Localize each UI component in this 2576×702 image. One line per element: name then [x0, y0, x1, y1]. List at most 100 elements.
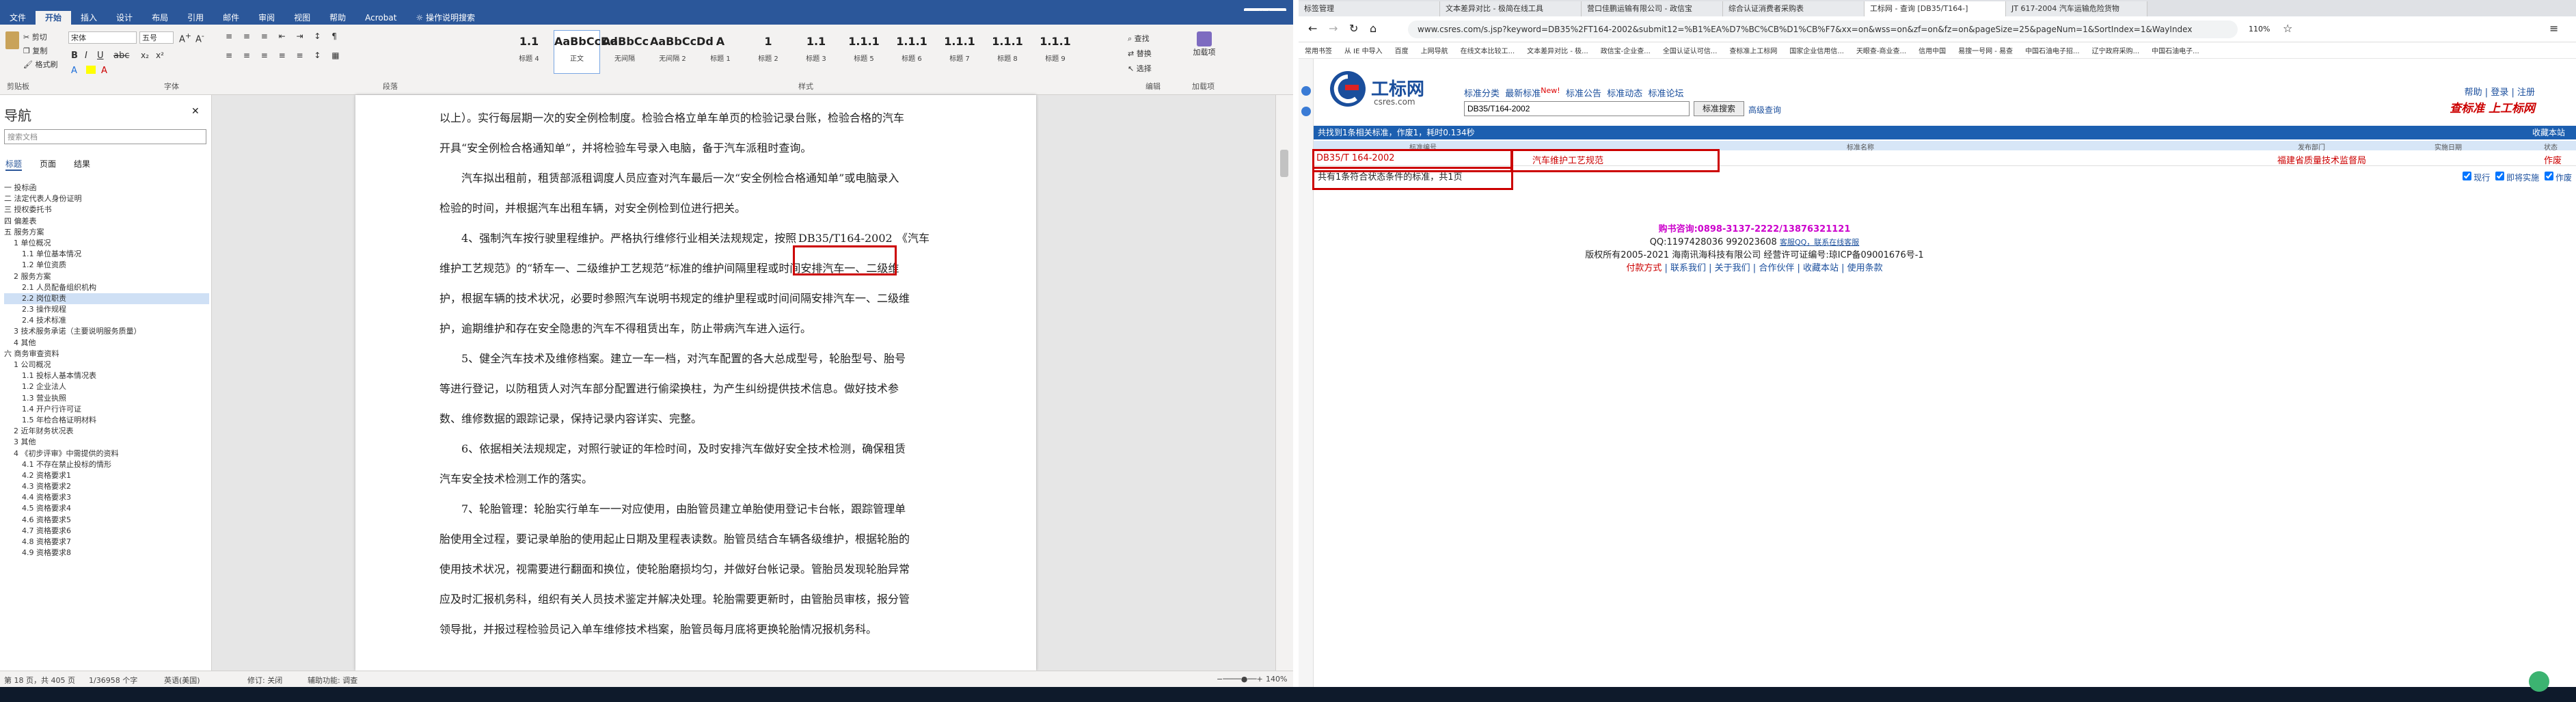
nav-heading-item[interactable]: 2 近年财务状况表: [4, 426, 209, 437]
bookmark-item[interactable]: 查标准上工标网: [1723, 45, 1783, 55]
sidebar-app-icon[interactable]: [1301, 107, 1311, 116]
nav-heading-item[interactable]: 1 单位概况: [4, 238, 209, 249]
register-link[interactable]: 注册: [2517, 87, 2535, 98]
nav-heading-item[interactable]: 1 公司概况: [4, 360, 209, 370]
highlight-color-button[interactable]: [86, 66, 96, 74]
footer-link[interactable]: 合作伙伴: [1759, 263, 1794, 273]
close-icon[interactable]: ✕: [191, 106, 200, 117]
nav-heading-item[interactable]: 1.1 投标人基本情况表: [4, 370, 209, 381]
nav-heading-item[interactable]: 2.1 人员配备组织机构: [4, 282, 209, 293]
nav-heading-item[interactable]: 3 其他: [4, 437, 209, 448]
nav-heading-item[interactable]: 一 投标函: [4, 183, 209, 193]
csres-logo-icon[interactable]: [1327, 68, 1368, 109]
browser-tab[interactable]: JT 617-2004 汽车运输危险货物: [2006, 1, 2147, 16]
nav-tab-pages[interactable]: 页面: [40, 158, 56, 171]
nav-heading-item[interactable]: 4.8 资格要求7: [4, 537, 209, 548]
nav-heading-item[interactable]: 4.7 资格要求6: [4, 526, 209, 537]
nav-heading-item[interactable]: 3 技术服务承诺（主要说明服务质量）: [4, 326, 209, 337]
nav-heading-item[interactable]: 1.5 年检合格证明材料: [4, 415, 209, 426]
tab-insert[interactable]: 插入: [71, 11, 107, 25]
star-icon[interactable]: ☆: [2283, 22, 2292, 35]
italic-button[interactable]: I: [85, 51, 87, 61]
nav-heading-item[interactable]: 1.3 营业执照: [4, 393, 209, 404]
footer-link[interactable]: 关于我们: [1715, 263, 1750, 273]
style-item[interactable]: 1.1.1 标题 7: [936, 30, 983, 74]
style-item[interactable]: 1.1.1 标题 6: [889, 30, 935, 74]
style-item[interactable]: 1.1.1 标题 8: [984, 30, 1031, 74]
forward-icon[interactable]: →: [1329, 22, 1338, 35]
select-button[interactable]: ↖ 选择: [1128, 63, 1152, 74]
bookmark-item[interactable]: 常用书签: [1299, 45, 1338, 55]
nav-search-input[interactable]: 搜索文档: [4, 129, 206, 144]
nav-standard-news[interactable]: 标准动态: [1607, 89, 1642, 99]
nav-heading-item[interactable]: 1.2 单位资质: [4, 260, 209, 271]
grow-font-button[interactable]: A+: [179, 31, 191, 44]
superscript-button[interactable]: x²: [156, 51, 164, 60]
replace-button[interactable]: ⇄ 替换: [1128, 48, 1152, 59]
font-size-select[interactable]: 五号: [139, 31, 174, 44]
nav-heading-item[interactable]: 二 法定代表人身份证明: [4, 193, 209, 204]
footer-link[interactable]: 联系我们: [1670, 263, 1706, 273]
style-item[interactable]: A 标题 1: [697, 30, 744, 74]
footer-link[interactable]: 收藏本站: [1803, 263, 1839, 273]
filter-abolished[interactable]: 作废: [2542, 172, 2572, 183]
bookmark-item[interactable]: 从 IE 中导入: [1338, 45, 1389, 55]
bookmark-item[interactable]: 辽宁政府采购...: [2086, 45, 2146, 55]
nav-heading-item[interactable]: 1.4 开户行许可证: [4, 404, 209, 415]
style-item[interactable]: AaBbCcDd 正文: [554, 30, 618, 74]
tab-acrobat[interactable]: Acrobat: [355, 11, 406, 25]
tab-view[interactable]: 视图: [284, 11, 320, 25]
style-item[interactable]: 1.1 标题 3: [793, 30, 839, 74]
nav-heading-item[interactable]: 三 授权委托书: [4, 204, 209, 215]
bookmark-item[interactable]: 上网导航: [1415, 45, 1454, 55]
tab-file[interactable]: 文件: [0, 11, 36, 25]
nav-heading-item[interactable]: 2.3 操作规程: [4, 304, 209, 315]
accessibility-status[interactable]: 辅助功能: 调查: [308, 675, 357, 686]
copy-button[interactable]: ❐ 复制: [23, 45, 47, 56]
nav-latest-standard[interactable]: 最新标准: [1505, 89, 1541, 99]
tell-me-search[interactable]: ☼ 操作说明搜索: [406, 11, 485, 25]
menu-icon[interactable]: ≡: [2549, 22, 2558, 35]
tab-layout[interactable]: 布局: [142, 11, 178, 25]
bold-button[interactable]: B: [71, 51, 78, 61]
font-name-select[interactable]: 宋体: [68, 31, 137, 44]
font-color-button[interactable]: A: [101, 66, 107, 76]
nav-standard-category[interactable]: 标准分类: [1464, 89, 1500, 99]
floating-assistant-icon[interactable]: [2529, 671, 2549, 692]
standard-search-button[interactable]: 标准搜索: [1694, 101, 1744, 116]
home-icon[interactable]: ⌂: [1370, 22, 1377, 35]
nav-heading-item[interactable]: 4.2 资格要求1: [4, 470, 209, 481]
style-item[interactable]: 1.1 标题 4: [506, 30, 552, 74]
tab-design[interactable]: 设计: [107, 11, 142, 25]
help-link[interactable]: 帮助: [2465, 87, 2482, 98]
standard-search-input[interactable]: [1464, 101, 1690, 116]
nav-heading-item[interactable]: 四 偏差表: [4, 216, 209, 227]
style-item[interactable]: AaBbCcDd 无间隔 2: [649, 30, 714, 74]
browser-tab[interactable]: 营口佳鹏运输有限公司 - 政信宝: [1582, 1, 1723, 16]
nav-heading-item[interactable]: 2.2 岗位职责: [4, 293, 209, 305]
nav-heading-item[interactable]: 1.1 单位基本情况: [4, 249, 209, 260]
nav-heading-item[interactable]: 4.5 资格要求4: [4, 503, 209, 514]
text-effects-button[interactable]: A: [71, 66, 77, 76]
bookmark-item[interactable]: 中国石油电子招...: [2019, 45, 2086, 55]
nav-heading-item[interactable]: 2 服务方案: [4, 271, 209, 282]
document-page[interactable]: 以上）。实行每层期一次的安全例检制度。检验合格立单车单页的检验记录台账，检验合格…: [355, 95, 1036, 671]
advanced-search-link[interactable]: 高级查询: [1748, 104, 1781, 116]
bookmark-item[interactable]: 全国认证认可信...: [1657, 45, 1724, 55]
tab-help[interactable]: 帮助: [320, 11, 355, 25]
nav-heading-item[interactable]: 4.4 资格要求3: [4, 492, 209, 503]
browser-tab[interactable]: 标签管理: [1299, 1, 1440, 16]
sidebar-app-icon[interactable]: [1301, 86, 1311, 96]
bookmark-item[interactable]: 在线文本比较工...: [1454, 45, 1521, 55]
nav-heading-item[interactable]: 4.1 不存在禁止投标的情形: [4, 459, 209, 470]
filter-upcoming[interactable]: 即将实施: [2493, 172, 2539, 183]
track-changes-status[interactable]: 修订: 关闭: [247, 675, 282, 686]
zoom-badge[interactable]: 110%: [2249, 25, 2270, 33]
browser-tab[interactable]: 工标网 - 查询 [DB35/T164-]: [1865, 1, 2006, 16]
nav-heading-item[interactable]: 六 商务审查资料: [4, 349, 209, 360]
style-item[interactable]: 1.1.1 标题 5: [841, 30, 887, 74]
style-item[interactable]: 1 标题 2: [745, 30, 791, 74]
reload-icon[interactable]: ↻: [1349, 22, 1358, 35]
nav-tab-results[interactable]: 结果: [74, 158, 90, 171]
nav-tab-headings[interactable]: 标题: [5, 158, 23, 171]
